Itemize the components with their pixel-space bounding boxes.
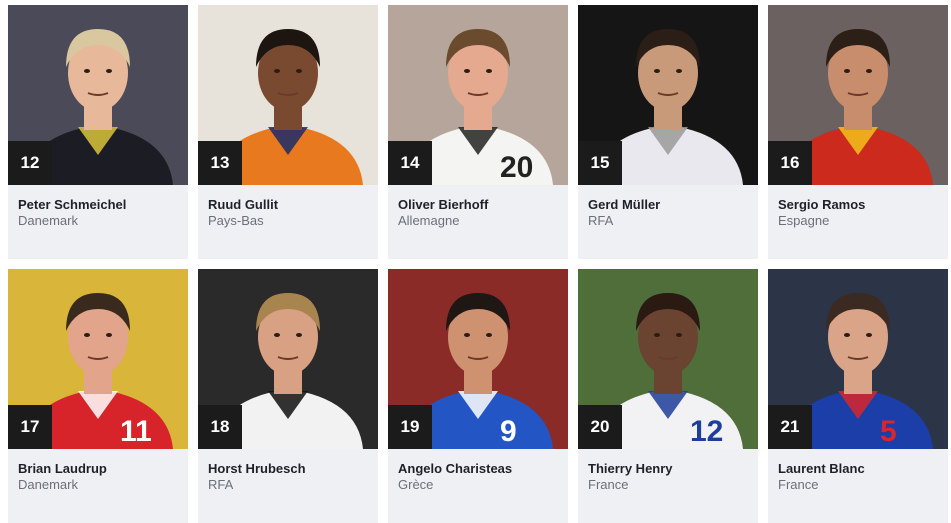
player-card[interactable]: 16 Sergio Ramos Espagne: [768, 5, 948, 259]
jersey-number: 9: [500, 415, 517, 448]
player-info: Ruud Gullit Pays-Bas: [198, 185, 378, 259]
player-country: France: [778, 477, 819, 492]
player-name[interactable]: Angelo Charisteas: [398, 461, 512, 476]
player-info: Thierry Henry France: [578, 449, 758, 523]
rank-badge: 12: [8, 141, 52, 185]
player-card[interactable]: 9 19 Angelo Charisteas Grèce: [388, 269, 568, 523]
player-name[interactable]: Horst Hrubesch: [208, 461, 306, 476]
player-card[interactable]: 11 17 Brian Laudrup Danemark: [8, 269, 188, 523]
player-country: Danemark: [18, 213, 78, 228]
player-name[interactable]: Ruud Gullit: [208, 197, 278, 212]
player-country: Espagne: [778, 213, 830, 228]
player-info: Sergio Ramos Espagne: [768, 185, 948, 259]
rank-badge: 14: [388, 141, 432, 185]
rank-badge: 16: [768, 141, 812, 185]
player-card[interactable]: 20 14 Oliver Bierhoff Allemagne: [388, 5, 568, 259]
rank-badge: 20: [578, 405, 622, 449]
player-card[interactable]: 13 Ruud Gullit Pays-Bas: [198, 5, 378, 259]
player-card[interactable]: 12 20 Thierry Henry France: [578, 269, 758, 523]
player-name[interactable]: Laurent Blanc: [778, 461, 865, 476]
player-card[interactable]: 12 Peter Schmeichel Danemark: [8, 5, 188, 259]
player-country: Grèce: [398, 477, 434, 492]
player-info: Laurent Blanc France: [768, 449, 948, 523]
player-info: Angelo Charisteas Grèce: [388, 449, 568, 523]
rank-badge: 18: [198, 405, 242, 449]
player-info: Peter Schmeichel Danemark: [8, 185, 188, 259]
player-name[interactable]: Oliver Bierhoff: [398, 197, 488, 212]
player-country: Pays-Bas: [208, 213, 264, 228]
player-info: Gerd Müller RFA: [578, 185, 758, 259]
rank-badge: 15: [578, 141, 622, 185]
player-card[interactable]: 18 Horst Hrubesch RFA: [198, 269, 378, 523]
player-country: Allemagne: [398, 213, 460, 228]
player-card[interactable]: 5 21 Laurent Blanc France: [768, 269, 948, 523]
player-country: RFA: [208, 477, 234, 492]
jersey-number: 12: [690, 415, 723, 448]
jersey-number: 5: [880, 415, 897, 448]
player-info: Oliver Bierhoff Allemagne: [388, 185, 568, 259]
rank-badge: 17: [8, 405, 52, 449]
player-name[interactable]: Peter Schmeichel: [18, 197, 126, 212]
player-name[interactable]: Gerd Müller: [588, 197, 660, 212]
player-info: Horst Hrubesch RFA: [198, 449, 378, 523]
player-name[interactable]: Brian Laudrup: [18, 461, 107, 476]
player-info: Brian Laudrup Danemark: [8, 449, 188, 523]
player-card[interactable]: 15 Gerd Müller RFA: [578, 5, 758, 259]
player-country: Danemark: [18, 477, 78, 492]
player-country: France: [588, 477, 629, 492]
rank-badge: 21: [768, 405, 812, 449]
rank-badge: 19: [388, 405, 432, 449]
player-name[interactable]: Thierry Henry: [588, 461, 673, 476]
jersey-number: 11: [120, 415, 152, 448]
rank-badge: 13: [198, 141, 242, 185]
player-country: RFA: [588, 213, 614, 228]
jersey-number: 20: [500, 151, 533, 184]
player-name[interactable]: Sergio Ramos: [778, 197, 865, 212]
